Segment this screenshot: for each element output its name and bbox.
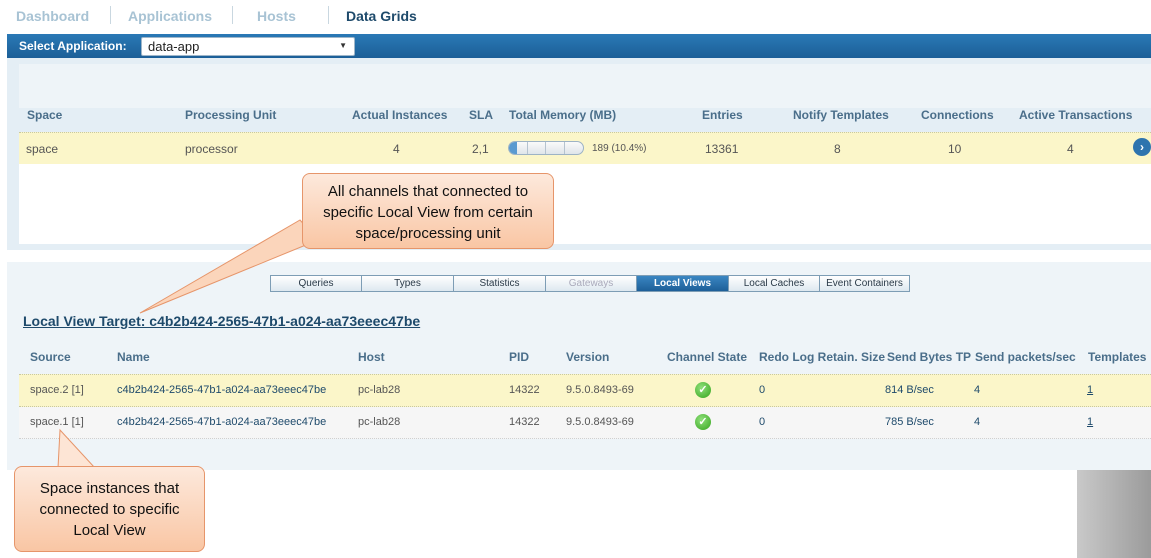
col-entries[interactable]: Entries (702, 108, 743, 122)
tab-types[interactable]: Types (362, 275, 454, 292)
row-host: pc-lab28 (358, 384, 401, 396)
nav-separator (110, 6, 111, 24)
tab-event-containers[interactable]: Event Containers (820, 275, 910, 292)
row-version: 9.5.0.8493-69 (566, 384, 634, 396)
col-processing-unit[interactable]: Processing Unit (185, 108, 276, 122)
chevron-down-icon: ▼ (339, 41, 347, 50)
row-send-bytes: 785 B/sec (885, 416, 934, 428)
col-notify-templates[interactable]: Notify Templates (793, 108, 889, 122)
col-templates[interactable]: Templates (1088, 350, 1146, 364)
col-pid[interactable]: PID (509, 350, 529, 364)
memory-text: 189 (10.4%) (592, 143, 647, 154)
active-transactions-value: 4 (1067, 142, 1074, 156)
memory-bar-segment (564, 142, 565, 154)
space-row[interactable]: space processor 4 2,1 189 (10.4%) 13361 … (19, 132, 1151, 165)
col-connections[interactable]: Connections (921, 108, 994, 122)
detail-tabs: Queries Types Statistics Gateways Local … (270, 275, 910, 292)
local-view-grid-header: Source Name Host PID Version Channel Sta… (19, 350, 1151, 370)
actual-instances: 4 (393, 142, 400, 156)
row-pid: 14322 (509, 416, 540, 428)
nav-separator (328, 6, 329, 24)
notify-templates-value: 8 (834, 142, 841, 156)
processing-unit: processor (185, 142, 238, 156)
row-version: 9.5.0.8493-69 (566, 416, 634, 428)
application-bar: Select Application: data-app ▼ (7, 34, 1151, 58)
col-name[interactable]: Name (117, 350, 150, 364)
nav-tab-hosts[interactable]: Hosts (257, 8, 296, 24)
space-grid-empty-area (19, 164, 1151, 244)
memory-bar-segment (545, 142, 546, 154)
nav-tab-dashboard[interactable]: Dashboard (16, 8, 89, 24)
col-host[interactable]: Host (358, 350, 385, 364)
row-templates-link[interactable]: 1 (1087, 384, 1093, 396)
top-nav: Dashboard Applications Hosts Data Grids (0, 0, 1151, 34)
col-total-memory[interactable]: Total Memory (MB) (509, 108, 616, 122)
nav-tab-data-grids[interactable]: Data Grids (346, 8, 417, 24)
memory-bar-fill (509, 142, 517, 154)
chevron-right-icon[interactable]: › (1133, 138, 1151, 156)
row-source: space.1 [1] (30, 416, 84, 428)
col-version[interactable]: Version (566, 350, 609, 364)
row-redo: 0 (759, 416, 766, 428)
row-name: c4b2b424-2565-47b1-a024-aa73eeec47be (117, 384, 327, 396)
callout-channels: All channels that connected to specific … (302, 173, 554, 249)
col-active-transactions[interactable]: Active Transactions (1019, 108, 1132, 122)
application-select-value: data-app (148, 39, 200, 54)
col-space[interactable]: Space (27, 108, 62, 122)
tab-local-caches[interactable]: Local Caches (729, 275, 820, 292)
row-templates-link[interactable]: 1 (1087, 416, 1093, 428)
row-source: space.2 [1] (30, 384, 84, 396)
select-application-label: Select Application: (19, 39, 127, 53)
nav-tab-applications[interactable]: Applications (128, 8, 212, 24)
table-row[interactable]: space.1 [1] c4b2b424-2565-47b1-a024-aa73… (19, 407, 1151, 439)
row-host: pc-lab28 (358, 416, 401, 428)
callout-channels-text: All channels that connected to specific … (323, 183, 533, 242)
row-pid: 14322 (509, 384, 540, 396)
row-send-bytes: 814 B/sec (885, 384, 934, 396)
row-name: c4b2b424-2565-47b1-a024-aa73eeec47be (117, 416, 327, 428)
space-name: space (26, 142, 59, 156)
col-send-packets[interactable]: Send packets/sec (975, 350, 1076, 364)
col-sla[interactable]: SLA (469, 108, 493, 122)
application-select[interactable]: data-app ▼ (141, 37, 355, 56)
col-actual-instances[interactable]: Actual Instances (352, 108, 447, 122)
check-circle-icon: ✓ (695, 382, 711, 398)
table-row[interactable]: space.2 [1] c4b2b424-2565-47b1-a024-aa73… (19, 374, 1151, 407)
callout-instances-text: Space instances that connected to specif… (39, 480, 180, 539)
col-channel-state[interactable]: Channel State (667, 350, 747, 364)
tab-gateways[interactable]: Gateways (546, 275, 637, 292)
tab-statistics[interactable]: Statistics (454, 275, 546, 292)
connections-value: 10 (948, 142, 962, 156)
space-panel-header-area (19, 64, 1151, 108)
row-redo: 0 (759, 384, 766, 396)
tab-local-views[interactable]: Local Views (637, 275, 729, 292)
window-edge (1077, 470, 1151, 558)
row-send-packets: 4 (974, 384, 981, 396)
memory-bar-segment (527, 142, 528, 154)
entries-value: 13361 (705, 142, 739, 156)
col-send-bytes[interactable]: Send Bytes TP (887, 350, 971, 364)
memory-bar (508, 141, 584, 155)
tab-queries[interactable]: Queries (270, 275, 362, 292)
row-send-packets: 4 (974, 416, 981, 428)
col-source[interactable]: Source (30, 350, 71, 364)
check-circle-icon: ✓ (695, 414, 711, 430)
space-grid-header: Space Processing Unit Actual Instances S… (19, 108, 1151, 130)
col-redo-log[interactable]: Redo Log Retain. Size (759, 350, 885, 364)
local-view-target-link[interactable]: Local View Target: c4b2b424-2565-47b1-a0… (23, 313, 420, 329)
nav-separator (232, 6, 233, 24)
callout-instances: Space instances that connected to specif… (14, 466, 205, 552)
sla-value: 2,1 (472, 142, 489, 156)
